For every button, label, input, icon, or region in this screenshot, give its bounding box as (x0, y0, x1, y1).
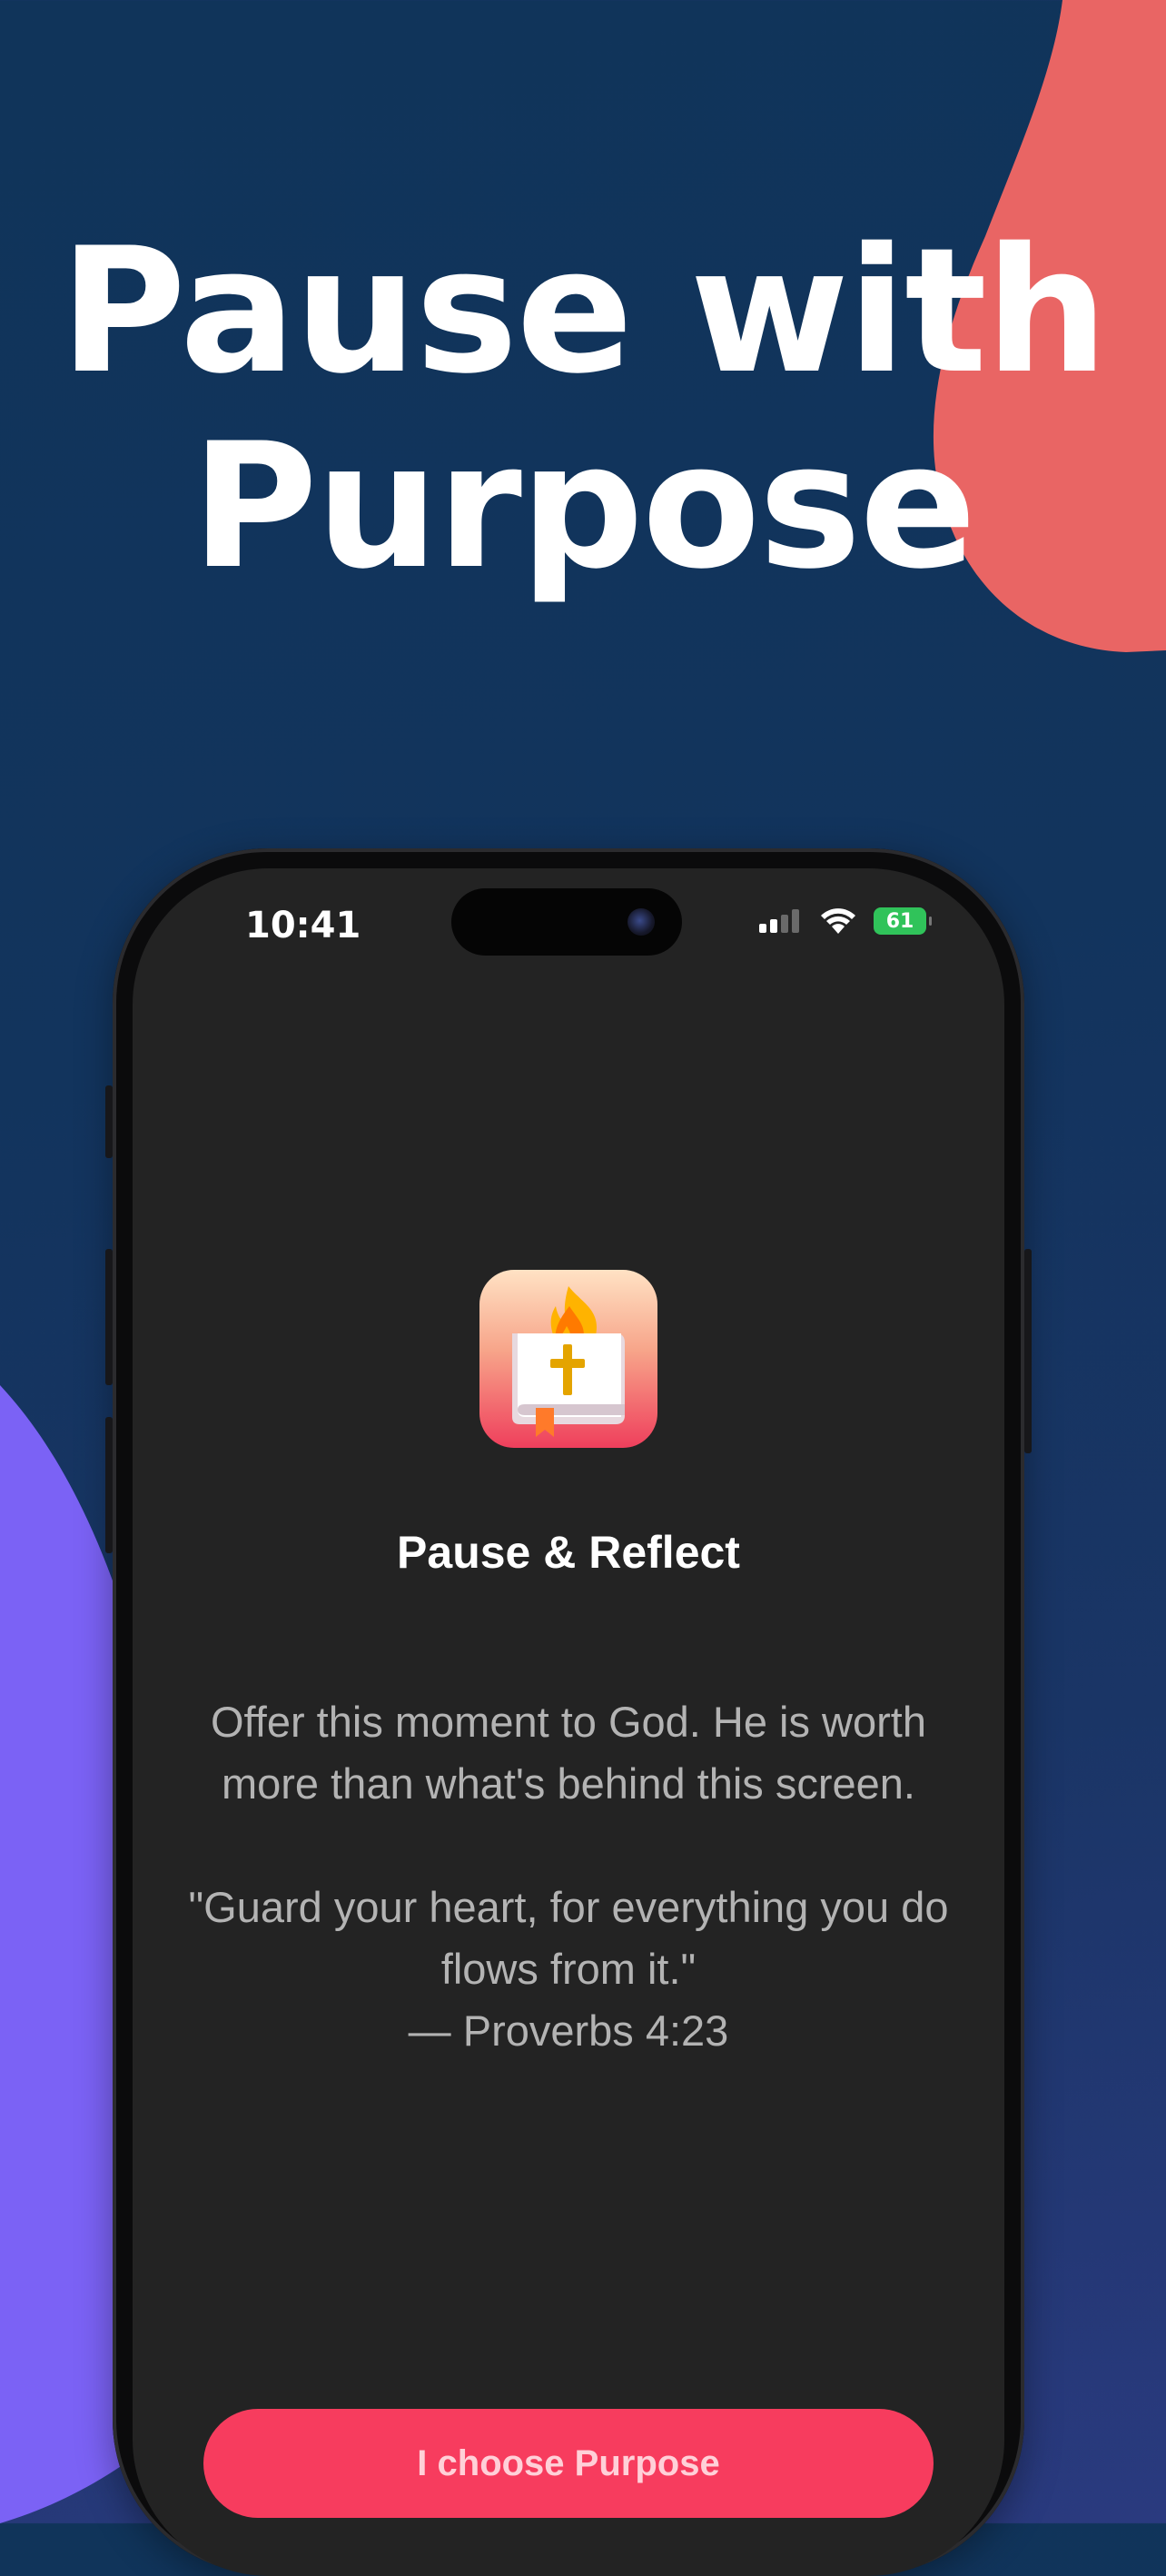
phone-action-button (105, 1085, 113, 1158)
message-text: Offer this moment to God. He is worth mo… (211, 1698, 926, 1808)
status-icons: 61 (757, 905, 932, 937)
signal-icon (759, 909, 799, 933)
front-camera-icon (627, 908, 655, 936)
bible-reference: — Proverbs 4:23 (408, 2006, 729, 2055)
phone-power-button (1024, 1249, 1032, 1453)
choose-purpose-button[interactable]: I choose Purpose (203, 2409, 934, 2518)
wifi-icon (821, 908, 855, 934)
phone-volume-down-button (105, 1417, 113, 1553)
status-time: 10:41 (245, 905, 361, 946)
bible-quote: "Guard your heart, for everything you do… (188, 1883, 949, 1993)
phone-volume-up-button (105, 1249, 113, 1385)
bible-flame-icon (479, 1270, 657, 1448)
battery-level: 61 (885, 909, 914, 933)
headline-line-2: Purpose (191, 406, 977, 607)
phone-screen: 10:41 61 Pause & Reflect Offer this mome… (133, 868, 1004, 2576)
headline: Pause with Purpose (0, 213, 1166, 604)
modal-message: Offer this moment to God. He is worth mo… (187, 1691, 950, 2062)
headline-line-1: Pause with (59, 211, 1108, 411)
modal-title: Pause & Reflect (397, 1527, 740, 1578)
dynamic-island (451, 888, 682, 956)
battery-charging-icon: 61 (874, 907, 932, 935)
